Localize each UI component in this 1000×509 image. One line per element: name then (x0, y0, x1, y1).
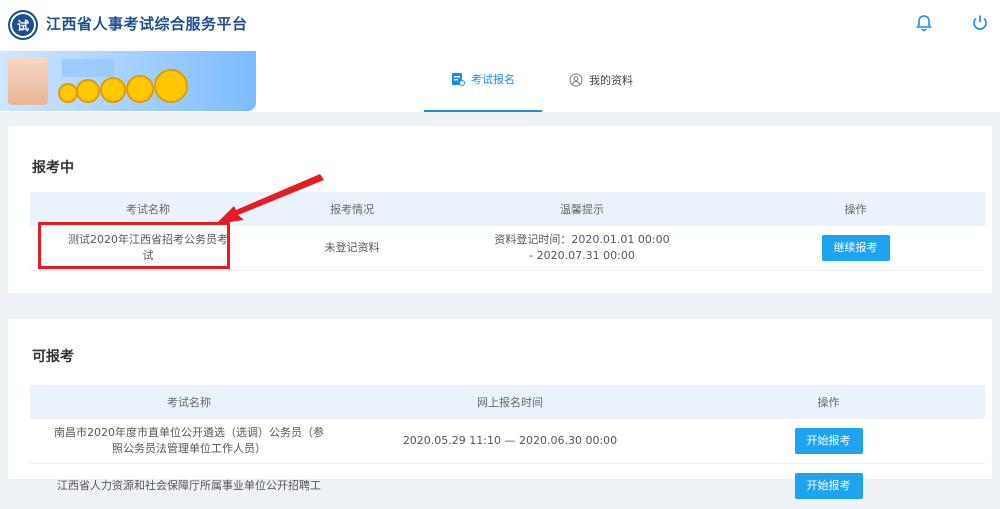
tab-my-profile[interactable]: 我的资料 (542, 48, 660, 112)
register-time-cell (348, 463, 672, 509)
tip-cell: 资料登记时间：2020.01.01 00:00 - 2020.07.31 00:… (438, 226, 726, 271)
emoji-decoration (58, 69, 188, 103)
start-apply-button[interactable]: 开始报考 (794, 428, 863, 454)
section-title: 可报考 (32, 349, 74, 365)
exam-name-cell: 江西省人力资源和社会保障厅所属事业单位公开招聘工 (30, 463, 348, 509)
avatar[interactable] (8, 57, 48, 105)
platform-logo: 试 (8, 10, 38, 40)
tip-line: - 2020.07.31 00:00 (529, 249, 635, 262)
available-table: 考试名称 网上报名时间 操作 南昌市2020年度市直单位公开遴选（选调）公务员（… (30, 385, 985, 509)
bell-icon[interactable] (915, 14, 933, 32)
tip-line: 资料登记时间：2020.01.01 00:00 (494, 233, 670, 246)
action-cell: 继续报考 (726, 226, 985, 271)
exam-name-cell: 南昌市2020年度市直单位公开遴选（选调）公务员（参 照公务员法管理单位工作人员… (30, 419, 348, 464)
table-row: 南昌市2020年度市直单位公开遴选（选调）公务员（参 照公务员法管理单位工作人员… (30, 419, 985, 464)
status-cell: 未登记资料 (266, 226, 438, 271)
power-icon[interactable] (971, 14, 989, 32)
annotation-highlight-box (38, 222, 230, 269)
tab-label: 我的资料 (589, 74, 633, 87)
column-header: 温馨提示 (438, 192, 726, 226)
available-card: 可报考 考试名称 网上报名时间 操作 南昌市2020年度市直单位公开遴选（选调）… (8, 319, 992, 509)
column-header: 操作 (672, 385, 985, 419)
user-banner (0, 51, 256, 111)
exam-name-line: 照公务员法管理单位工作人员） (112, 442, 266, 455)
table-row: 江西省人力资源和社会保障厅所属事业单位公开招聘工 开始报考 (30, 463, 985, 509)
column-header: 操作 (726, 192, 985, 226)
column-header: 考试名称 (30, 385, 348, 419)
annotation-arrow-icon (216, 174, 324, 224)
action-cell: 开始报考 (672, 419, 985, 464)
start-apply-button[interactable]: 开始报考 (794, 473, 863, 499)
register-time-cell: 2020.05.29 11:10 — 2020.06.30 00:00 (348, 419, 672, 464)
profile-band: 考试报名 我的资料 (0, 48, 1000, 112)
exam-name-line: 江西省人力资源和社会保障厅所属事业单位公开招聘工 (57, 479, 321, 492)
exam-register-icon (451, 72, 465, 86)
main-tabs: 考试报名 我的资料 (424, 48, 660, 112)
exam-name-line: 南昌市2020年度市直单位公开遴选（选调）公务员（参 (54, 426, 324, 439)
app-title: 江西省人事考试综合服务平台 (46, 15, 248, 33)
profile-icon (569, 73, 583, 87)
table-header-row: 考试名称 报考情况 温馨提示 操作 (30, 192, 985, 226)
column-header: 网上报名时间 (348, 385, 672, 419)
tab-exam-register[interactable]: 考试报名 (424, 48, 542, 112)
tab-label: 考试报名 (471, 73, 515, 86)
action-cell: 开始报考 (672, 463, 985, 509)
section-title: 报考中 (32, 160, 74, 176)
table-header-row: 考试名称 网上报名时间 操作 (30, 385, 985, 419)
continue-apply-button[interactable]: 继续报考 (821, 235, 890, 261)
top-bar: 试 江西省人事考试综合服务平台 (0, 0, 1000, 49)
